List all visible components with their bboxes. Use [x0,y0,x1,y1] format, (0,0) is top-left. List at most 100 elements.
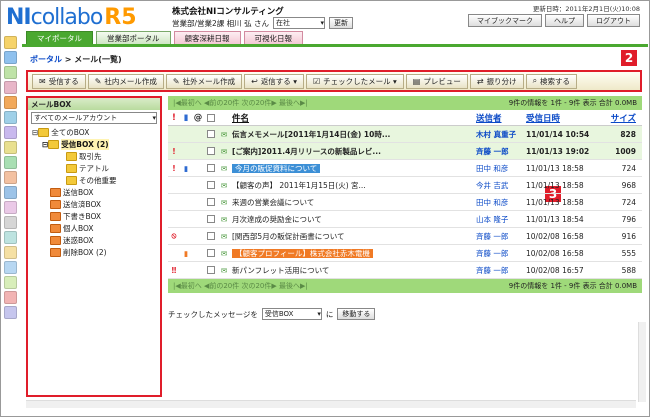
todo-app-icon[interactable] [4,96,17,109]
tab-customer-report[interactable]: 顧客深耕日報 [173,31,241,44]
logout-button[interactable]: ログアウト [587,14,640,27]
mail-subject[interactable]: 新パンフレット活用について [230,265,476,276]
priority-col-icon[interactable]: ! [168,113,180,123]
tree-other-important[interactable]: その他重要 [28,174,160,186]
table-row[interactable]: ‼ ✉ 新パンフレット活用について 斉藤 一郎 10/02/08 16:57 588 [168,262,642,279]
receive-button[interactable]: ✉ 受信する [32,73,86,89]
status-select[interactable]: 在社 ▾ [272,17,325,29]
board-app-icon[interactable] [4,111,17,124]
table-row[interactable]: ▮ ✉ 【顧客プロフィール】株式会社赤木電機 斉藤 一郎 10/02/08 16:58 5… [168,245,642,262]
horizontal-scrollbar[interactable] [26,400,636,408]
col-from[interactable]: 送信者 [476,112,526,124]
mail-subject[interactable]: 【顧客の声】 2011年1月15日(火) 宮... [230,180,476,191]
mail-subject[interactable]: 月次達成の奨励金について [230,214,476,225]
attach-col-icon[interactable]: @ [192,113,204,123]
circular-app-icon[interactable] [4,246,17,259]
select-all-checkbox[interactable] [204,113,218,122]
preview-button[interactable]: ▤ プレビュー [405,73,468,89]
search-app-icon[interactable] [4,291,17,304]
schedule-app-icon[interactable] [4,51,17,64]
pager-nav[interactable]: |◀最初へ ◀前の20件 次の20件▶ 最後へ▶| [173,98,308,108]
account-select[interactable]: すべてのメールアカウント ▾ [31,112,157,124]
memo-app-icon[interactable] [4,141,17,154]
col-subject[interactable]: 件名 [230,112,476,124]
mail-subject[interactable]: [関西部5月の販促計画書について [230,231,476,242]
tab-my-portal[interactable]: マイポータル [26,31,93,44]
report-app-icon[interactable] [4,66,17,79]
mail-subject[interactable]: 【顧客プロフィール】株式会社赤木電機 [230,248,476,259]
link-app-icon[interactable] [4,276,17,289]
refresh-button[interactable]: 更新 [328,17,353,29]
row-checkbox[interactable] [204,164,218,172]
col-date[interactable]: 受信日時 [526,112,604,124]
mail-app-icon[interactable] [4,36,17,49]
row-checkbox[interactable] [204,130,218,138]
mail-sender[interactable]: 山本 隆子 [476,214,526,225]
checked-mail-button[interactable]: ☑ チェックしたメール ▾ [305,73,404,89]
tree-drafts[interactable]: 下書きBOX [28,210,160,222]
project-app-icon[interactable] [4,156,17,169]
tab-visual-report[interactable]: 可視化日報 [243,31,303,44]
mail-subject[interactable]: 伝言メモメール[2011年1月14日(金) 10時... [230,129,476,140]
customer-app-icon[interactable] [4,81,17,94]
row-checkbox[interactable] [204,232,218,240]
move-button[interactable]: 移動する [337,308,376,320]
help-button[interactable]: ヘルプ [545,14,584,27]
tree-sent[interactable]: 送信済BOX [28,198,160,210]
poll-app-icon[interactable] [4,261,17,274]
external-compose-button[interactable]: ✎ 社外メール作成 [165,73,243,89]
bookmark-button[interactable]: マイブックマーク [468,14,542,27]
col-size[interactable]: サイズ [604,112,642,124]
tree-personal[interactable]: 個人BOX [28,222,160,234]
address-app-icon[interactable] [4,186,17,199]
flag-col-icon[interactable]: ▮ [180,113,192,123]
table-row[interactable]: ⦸ ✉ [関西部5月の販促計画書について 斉藤 一郎 10/02/08 16:58 916 [168,228,642,245]
row-checkbox[interactable] [204,249,218,257]
timecard-app-icon[interactable] [4,231,17,244]
tree-inbox[interactable]: ⊟ 受信BOX (2) [28,138,160,150]
expense-app-icon[interactable] [4,171,17,184]
setting-app-icon[interactable] [4,306,17,319]
table-row[interactable]: ✉ 月次達成の奨励金について 山本 隆子 11/01/13 18:54 796 [168,211,642,228]
mail-sender[interactable]: 斉藤 一郎 [476,265,526,276]
table-row[interactable]: ! ✉ [ご案内]2011.4月リリースの新製品レビ... 斉藤 一郎 11/01/13… [168,143,642,160]
search-button[interactable]: ⌕ 検索する [525,73,578,89]
sort-button[interactable]: ⇄ 振り分け [469,73,524,89]
vertical-scrollbar[interactable] [638,322,646,402]
file-app-icon[interactable] [4,126,17,139]
mail-sender[interactable]: 今井 吉武 [476,180,526,191]
table-row[interactable]: ✉ 【顧客の声】 2011年1月15日(火) 宮... 今井 吉武 11/01/13 … [168,177,642,194]
internal-compose-button[interactable]: ✎ 社内メール作成 [87,73,164,89]
row-checkbox[interactable] [204,181,218,189]
row-checkbox[interactable] [204,147,218,155]
tree-clients[interactable]: 取引先 [28,150,160,162]
row-checkbox[interactable] [204,198,218,206]
mail-sender[interactable]: 田中 和彦 [476,197,526,208]
breadcrumb-portal[interactable]: ポータル [30,55,62,64]
table-row[interactable]: ! ▮ ✉ 今月の販促資料について 田中 和彦 11/01/13 18:58 724 [168,160,642,177]
tree-all-box[interactable]: ⊟ 全てのBOX [28,126,160,138]
workflow-app-icon[interactable] [4,216,17,229]
mail-subject[interactable]: [ご案内]2011.4月リリースの新製品レビ... [230,146,476,157]
mail-sender[interactable]: 斉藤 一郎 [476,231,526,242]
mail-sender[interactable]: 斉藤 一郎 [476,146,526,157]
tab-sales-portal[interactable]: 営業部ポータル [96,31,171,44]
tree-spam[interactable]: 迷惑BOX [28,234,160,246]
tree-trash[interactable]: 削除BOX (2) [28,246,160,258]
pager-nav[interactable]: |◀最初へ ◀前の20件 次の20件▶ 最後へ▶| [173,281,308,291]
row-checkbox[interactable] [204,266,218,274]
table-row[interactable]: ✉ 伝言メモメール[2011年1月14日(金) 10時... 木村 真重子 11/01… [168,126,642,143]
mail-subject[interactable]: 来週の営業会議について [230,197,476,208]
row-checkbox[interactable] [204,215,218,223]
table-row[interactable]: ✉ 来週の営業会議について 田中 和彦 11/01/13 18:58 724 [168,194,642,211]
tree-teatoru[interactable]: テアトル [28,162,160,174]
tree-outbox[interactable]: 送信BOX [28,186,160,198]
facility-app-icon[interactable] [4,201,17,214]
mail-sender[interactable]: 田中 和彦 [476,163,526,174]
move-target-select[interactable]: 受信BOX ▾ [261,308,322,320]
mail-sender[interactable]: 木村 真重子 [476,129,526,140]
reply-button[interactable]: ↩ 返信する ▾ [244,73,304,89]
mailbox-tree: ⊟ 全てのBOX ⊟ 受信BOX (2) 取引先 テアトル その他重要 送信BOX … [28,126,160,258]
mail-sender[interactable]: 斉藤 一郎 [476,248,526,259]
mail-subject[interactable]: 今月の販促資料について [230,163,476,174]
